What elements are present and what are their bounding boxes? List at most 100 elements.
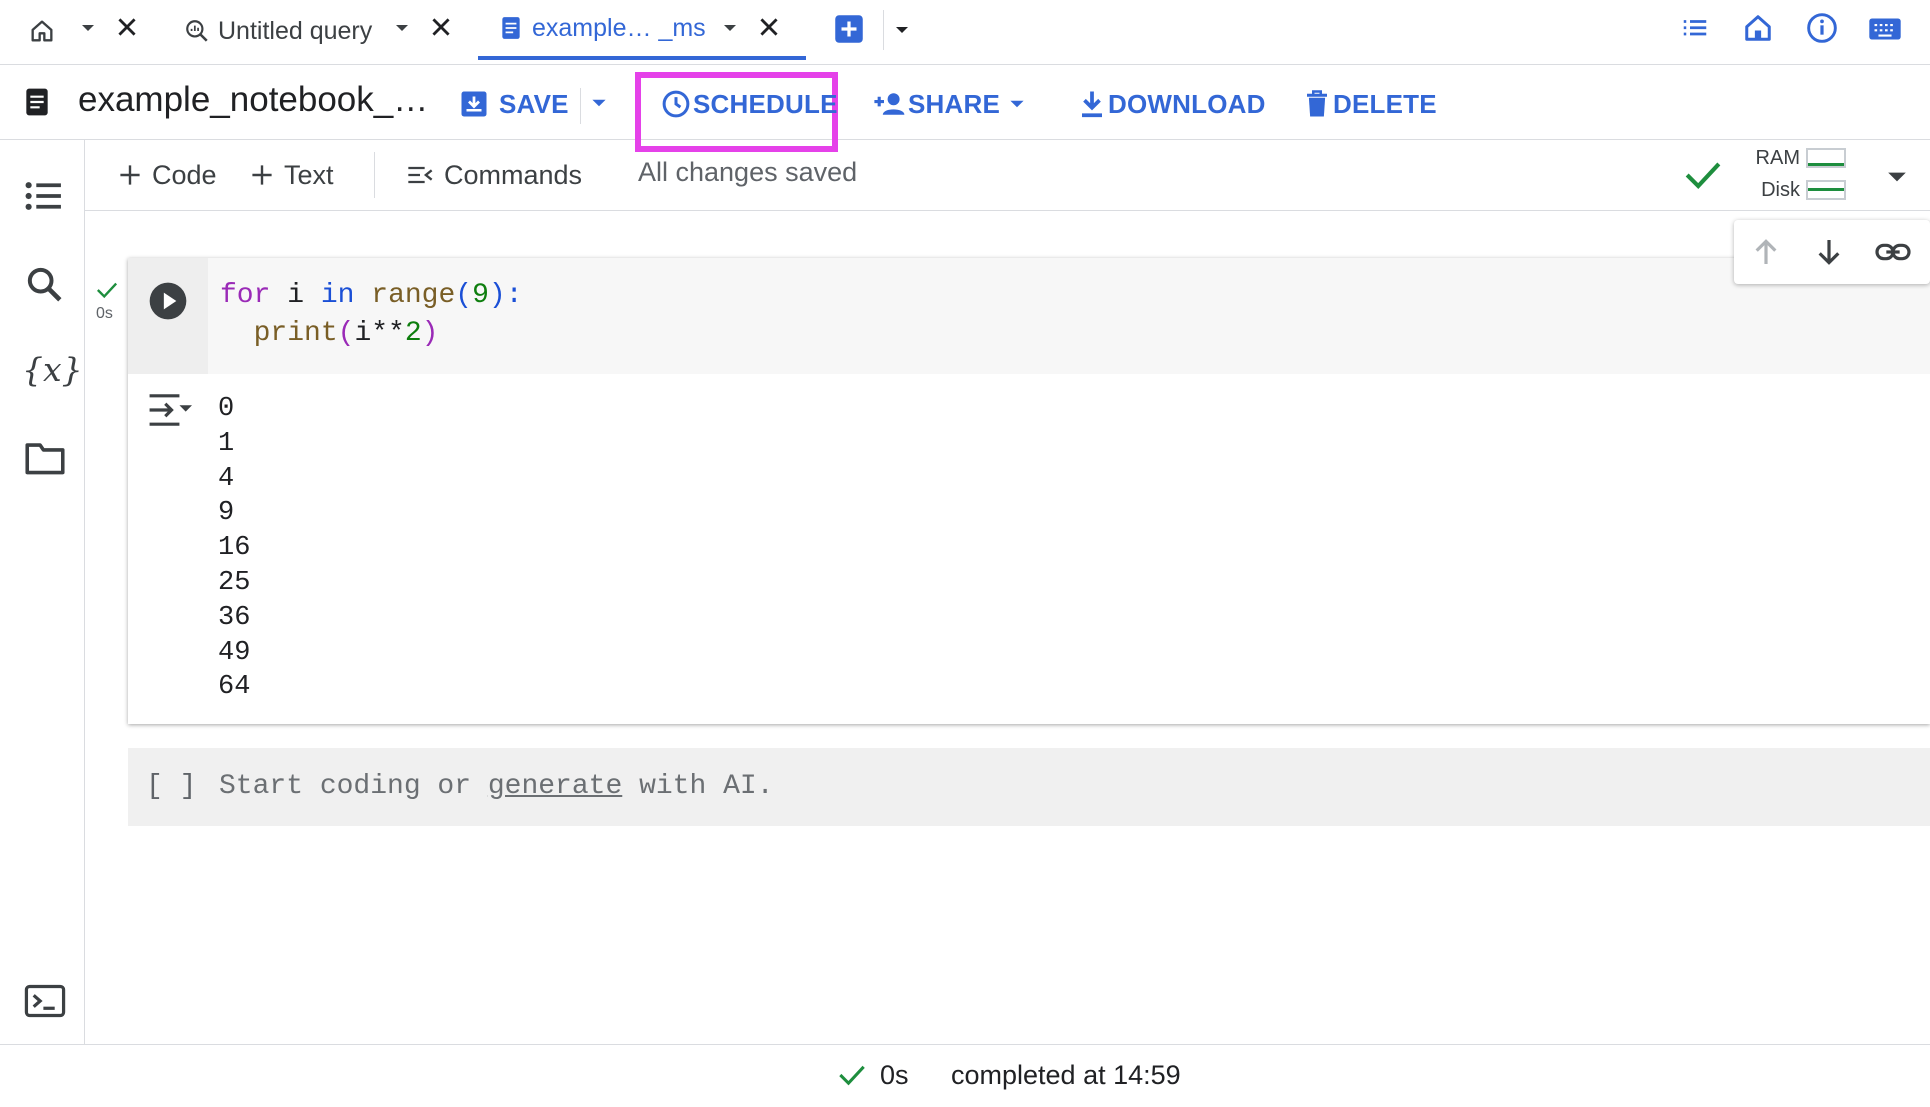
output-line: 1 — [218, 428, 235, 459]
cell-output: 0 1 4 9 16 25 36 49 64 — [218, 392, 250, 705]
code-token: ( — [455, 280, 473, 311]
link-cell-icon[interactable] — [1874, 236, 1912, 268]
table-of-contents-icon[interactable] — [24, 178, 64, 214]
output-toggle-icon[interactable] — [148, 392, 192, 428]
commands-icon — [408, 166, 433, 184]
home-icon — [28, 17, 56, 45]
terminal-icon[interactable] — [24, 984, 66, 1018]
list-view-icon[interactable] — [1680, 14, 1710, 44]
folder-icon[interactable] — [24, 440, 66, 476]
tab-example-menu-icon[interactable] — [720, 18, 740, 38]
commands-button[interactable]: Commands — [406, 155, 582, 195]
cell-exec-time: 0s — [96, 305, 113, 322]
share-menu-icon[interactable] — [1006, 93, 1028, 115]
code-token: range — [371, 280, 456, 311]
delete-button[interactable]: DELETE — [1303, 82, 1437, 126]
notebook-doc-icon — [22, 86, 52, 118]
tab-query-close-icon[interactable] — [428, 14, 454, 40]
schedule-label: SCHEDULE — [693, 88, 838, 119]
delete-label: DELETE — [1333, 88, 1437, 119]
add-person-icon — [872, 89, 908, 119]
query-icon — [184, 18, 210, 44]
commands-label: Commands — [444, 159, 583, 190]
tab-example-close-icon[interactable] — [756, 14, 782, 40]
new-tab-icon[interactable] — [834, 14, 864, 44]
empty-cell-placeholder: Start coding or generate with AI. — [219, 771, 774, 802]
tab-untitled-query[interactable]: Untitled query — [184, 0, 372, 62]
tab-label: example… _ms — [532, 13, 706, 42]
placeholder-text: Start coding or — [219, 771, 488, 802]
keyboard-icon[interactable] — [1868, 14, 1902, 44]
empty-cell-brackets: [ ] — [146, 771, 197, 802]
tab-home-close-icon[interactable] — [114, 14, 140, 40]
trash-icon — [1303, 89, 1331, 119]
status-check-icon — [838, 1063, 866, 1087]
save-status-text: All changes saved — [638, 157, 858, 187]
download-button[interactable]: DOWNLOAD — [1078, 82, 1266, 126]
code-line-2: print(i**2) — [220, 318, 439, 349]
code-token: for — [220, 280, 271, 311]
tab-divider — [883, 10, 884, 50]
variables-icon[interactable]: {x} — [22, 350, 83, 389]
save-button[interactable]: SAVE — [459, 82, 569, 126]
output-line: 0 — [218, 394, 235, 424]
search-icon[interactable] — [24, 264, 64, 304]
notebook-icon — [500, 15, 522, 41]
status-completed-text[interactable]: completed at 14:59 — [951, 1060, 1181, 1091]
plus-icon — [252, 165, 272, 185]
cell-success-check-icon — [96, 280, 118, 300]
save-icon — [459, 89, 489, 119]
run-cell-icon[interactable] — [148, 281, 188, 321]
notebook-toolbar — [85, 140, 1930, 211]
output-line: 9 — [218, 498, 235, 529]
share-button[interactable]: SHARE — [872, 82, 1028, 126]
tab-label: Untitled query — [218, 16, 373, 45]
clock-icon — [661, 89, 691, 119]
tab-home[interactable] — [28, 0, 56, 62]
toolbar-divider — [374, 152, 375, 198]
add-code-label: Code — [152, 159, 217, 190]
code-token: i — [270, 280, 321, 311]
share-label: SHARE — [908, 88, 1001, 119]
plus-icon — [120, 165, 140, 185]
output-line: 4 — [218, 463, 235, 494]
code-token: i** — [354, 318, 405, 349]
output-line: 25 — [218, 567, 251, 598]
code-token: ): — [488, 280, 523, 311]
download-label: DOWNLOAD — [1108, 88, 1266, 119]
code-editor[interactable] — [208, 258, 1930, 374]
code-line-1: for i in range(9): — [220, 280, 523, 311]
status-exec-time: 0s — [880, 1060, 909, 1090]
output-line: 16 — [218, 533, 251, 564]
notebook-title[interactable]: example_notebook_… — [78, 80, 428, 120]
code-token: in — [320, 280, 355, 311]
move-cell-up-icon[interactable] — [1750, 236, 1782, 268]
add-code-button[interactable]: Code — [118, 155, 217, 195]
runtime-menu-icon[interactable] — [1886, 168, 1908, 186]
schedule-button[interactable]: SCHEDULE — [661, 82, 838, 126]
output-line: 49 — [218, 637, 251, 668]
code-token: ( — [337, 318, 355, 349]
save-divider — [580, 88, 581, 124]
move-cell-down-icon[interactable] — [1813, 236, 1845, 268]
output-line: 64 — [218, 672, 251, 703]
home-nav-icon[interactable] — [1743, 12, 1773, 44]
save-menu-icon[interactable] — [588, 92, 610, 114]
save-label: SAVE — [499, 88, 569, 119]
generate-link[interactable]: generate — [488, 771, 622, 802]
code-token: ) — [421, 318, 439, 349]
runtime-resources-button[interactable] — [1694, 145, 1854, 207]
info-icon[interactable] — [1806, 12, 1838, 44]
tab-query-menu-icon[interactable] — [392, 18, 412, 38]
code-token: print — [253, 318, 338, 349]
placeholder-text: with AI. — [622, 771, 774, 802]
tab-home-menu-icon[interactable] — [78, 18, 98, 38]
output-line: 36 — [218, 602, 251, 633]
add-text-label: Text — [284, 159, 334, 190]
add-text-button[interactable]: Text — [250, 155, 334, 195]
download-icon — [1078, 89, 1106, 119]
tab-overflow-icon[interactable] — [892, 20, 912, 40]
code-token: 2 — [404, 318, 422, 349]
code-token: 9 — [472, 280, 489, 311]
